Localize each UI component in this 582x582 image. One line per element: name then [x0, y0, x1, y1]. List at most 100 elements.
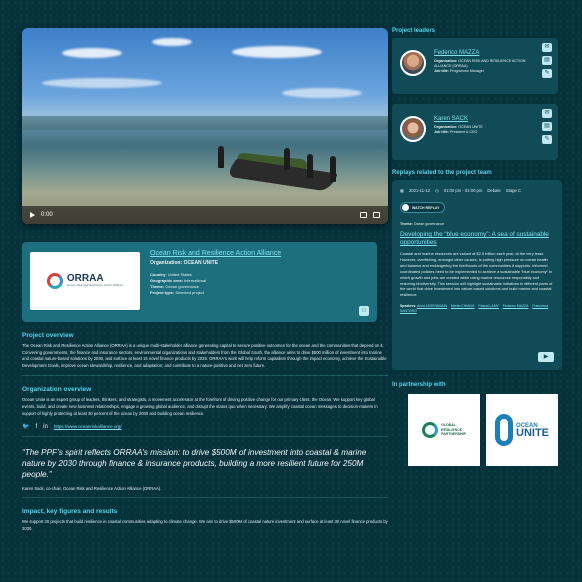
- project-type: Project type: Selected project: [150, 290, 350, 296]
- ocean-unite-zero-icon: [495, 414, 513, 446]
- replay-video-icon[interactable]: ▶: [538, 352, 554, 362]
- quote-attribution: Karen Sack, co-chair, Ocean Risk and Res…: [22, 486, 162, 492]
- kv-value: OCEAN UNITE: [458, 125, 483, 129]
- divider: [22, 375, 388, 377]
- twitter-icon[interactable]: 🐦: [22, 423, 29, 430]
- project-overview-text: The Ocean Risk and Resilience Action All…: [22, 343, 387, 368]
- horizon-hills: [22, 116, 388, 130]
- speaker-link[interactable]: Martin CHIANG: [451, 304, 475, 308]
- kv-label: Job title:: [434, 69, 449, 73]
- play-icon[interactable]: [30, 212, 35, 218]
- website-link[interactable]: https://www.oceanriskalliance.org/: [54, 424, 122, 429]
- kv-label: Organization:: [434, 59, 458, 63]
- leader-card: Karen SACK Organization: OCEAN UNITE Job…: [392, 104, 558, 160]
- replay-stage: Stage C: [505, 188, 522, 193]
- calendar-icon: ▦: [400, 188, 404, 193]
- partnership-section: In partnership with GLOBAL RESILIENCE PA…: [392, 382, 564, 466]
- replay-title-link[interactable]: Developing the “blue economy”: A sea of …: [400, 231, 554, 247]
- replay-date: 2021-11-12: [408, 188, 431, 193]
- fullscreen-icon[interactable]: [373, 212, 380, 218]
- watch-replay-button[interactable]: WATCH REPLAY: [400, 202, 446, 213]
- speaker-link[interactable]: Federico MAZZA: [503, 304, 529, 308]
- project-overview-heading: Project overview: [22, 332, 74, 339]
- video-player[interactable]: 0:00: [22, 28, 388, 224]
- organization-overview-heading: Organization overview: [22, 386, 92, 394]
- kv-value: Programme Manager: [449, 69, 484, 73]
- linkedin-icon[interactable]: in: [43, 424, 48, 430]
- replay-meta: ▦ 2021-11-12 ◷ 01:00 pm - 02:00 pm Debat…: [400, 188, 554, 193]
- replay-format: Debate: [487, 188, 501, 193]
- leader-actions: ✉ ▤ ✎: [542, 43, 552, 78]
- unite-word: UNITE: [516, 427, 549, 439]
- cloud-decoration: [282, 88, 362, 98]
- orraa-logo-text: ORRAA Ocean Risk and Resilience Action A…: [67, 274, 123, 288]
- mail-icon[interactable]: ✉: [542, 43, 552, 52]
- watch-replay-label: WATCH REPLAY: [412, 205, 440, 210]
- impact-section: Impact, key figures and results We suppo…: [22, 508, 388, 532]
- leader-name-link[interactable]: Karen SACK: [434, 116, 534, 122]
- project-overview-section: Project overview The Ocean Risk and Resi…: [22, 332, 388, 369]
- speaker-link[interactable]: Arvid ASSENMANN: [417, 304, 447, 308]
- chat-icon[interactable]: ✎: [542, 69, 552, 78]
- project-info: Ocean Risk and Resilience Action Allianc…: [150, 250, 350, 296]
- speakers-label: Speakers:: [400, 304, 417, 309]
- video-controls: 0:00: [22, 206, 388, 224]
- favorite-star-icon[interactable]: ☆: [359, 306, 369, 316]
- partner-logo-ocean-unite[interactable]: OCEAN UNITE: [486, 394, 558, 466]
- leader-actions: ✉ ▤ ✎: [542, 109, 552, 144]
- kv-value: Ocean governance: [165, 284, 200, 289]
- kv-value: International: [184, 278, 207, 283]
- contact-card-icon[interactable]: ▤: [542, 122, 552, 131]
- impact-text: We support 20 projects that build resili…: [22, 519, 388, 531]
- video-time: 0:00: [41, 212, 53, 218]
- impact-heading: Impact, key figures and results: [22, 508, 118, 516]
- ocean-unite-logo-text: OCEAN UNITE: [516, 423, 549, 439]
- grp-line: RESILIENCE: [441, 427, 463, 432]
- leader-organization: Organization: OCEAN RISK AND RESILIENCE …: [434, 59, 534, 69]
- project-organization: Organization: OCEAN UNITE: [150, 260, 219, 266]
- contact-card-icon[interactable]: ▤: [542, 56, 552, 65]
- organization-overview-section: Organization overview Ocean Unite is an …: [22, 386, 388, 430]
- kv-label: Organization:: [434, 125, 458, 129]
- partnership-heading: In partnership with: [392, 382, 446, 388]
- replays-heading: Replays related to the project team: [392, 170, 492, 176]
- project-quote: “The PPF’s spirit reflects ORRAA’s missi…: [22, 448, 367, 480]
- facebook-icon[interactable]: f: [35, 424, 37, 430]
- clock-icon: ◷: [435, 188, 439, 193]
- project-leaders-heading: Project leaders: [392, 28, 436, 34]
- cloud-decoration: [232, 46, 322, 58]
- kv-label: Country:: [150, 272, 167, 277]
- divider: [22, 436, 388, 438]
- divider: [22, 497, 388, 499]
- orraa-logo-subtitle: Ocean Risk and Resilience Action Allianc…: [66, 283, 124, 288]
- project-title-link[interactable]: Ocean Risk and Resilience Action Allianc…: [150, 250, 350, 257]
- mail-icon[interactable]: ✉: [542, 109, 552, 118]
- play-circle-icon: [402, 204, 409, 211]
- project-logo: ORRAA Ocean Risk and Resilience Action A…: [30, 252, 140, 310]
- replay-description: Coastal and marine resources are valued …: [400, 251, 553, 298]
- kv-value: Selected project: [175, 290, 205, 295]
- leader-job: Job title: Programme Manager: [434, 69, 534, 74]
- chat-icon[interactable]: ✎: [542, 135, 552, 144]
- kv-value: President & CEO: [449, 130, 478, 134]
- kv-value: Ocean governance: [413, 222, 445, 226]
- person-figure: [218, 146, 224, 168]
- main-column: 0:00 ORRAA Ocean Risk and Resilience Act…: [22, 28, 388, 532]
- organization-overview-text: Ocean Unite is an expert group of leader…: [22, 397, 378, 416]
- kv-label: Geographic area:: [150, 278, 183, 283]
- leader-name-link[interactable]: Federico MAZZA: [434, 50, 534, 56]
- social-links: 🐦 f in https://www.oceanriskalliance.org…: [22, 423, 388, 431]
- settings-icon[interactable]: [360, 212, 367, 218]
- kv-label: Theme:: [150, 284, 165, 289]
- kv-label: Theme:: [400, 222, 413, 226]
- kv-label: Project type:: [150, 290, 175, 295]
- orraa-ring-icon: [46, 273, 63, 289]
- partner-logo-grp[interactable]: GLOBAL RESILIENCE PARTNERSHIP: [408, 394, 480, 466]
- speaker-link[interactable]: Pascal LAMY: [478, 304, 498, 308]
- cloud-decoration: [152, 38, 192, 46]
- grp-logo-text: GLOBAL RESILIENCE PARTNERSHIP: [441, 423, 466, 437]
- avatar: [400, 50, 426, 76]
- grp-line: GLOBAL: [441, 423, 456, 428]
- person-figure: [307, 154, 313, 178]
- grp-ring-icon: [422, 422, 439, 438]
